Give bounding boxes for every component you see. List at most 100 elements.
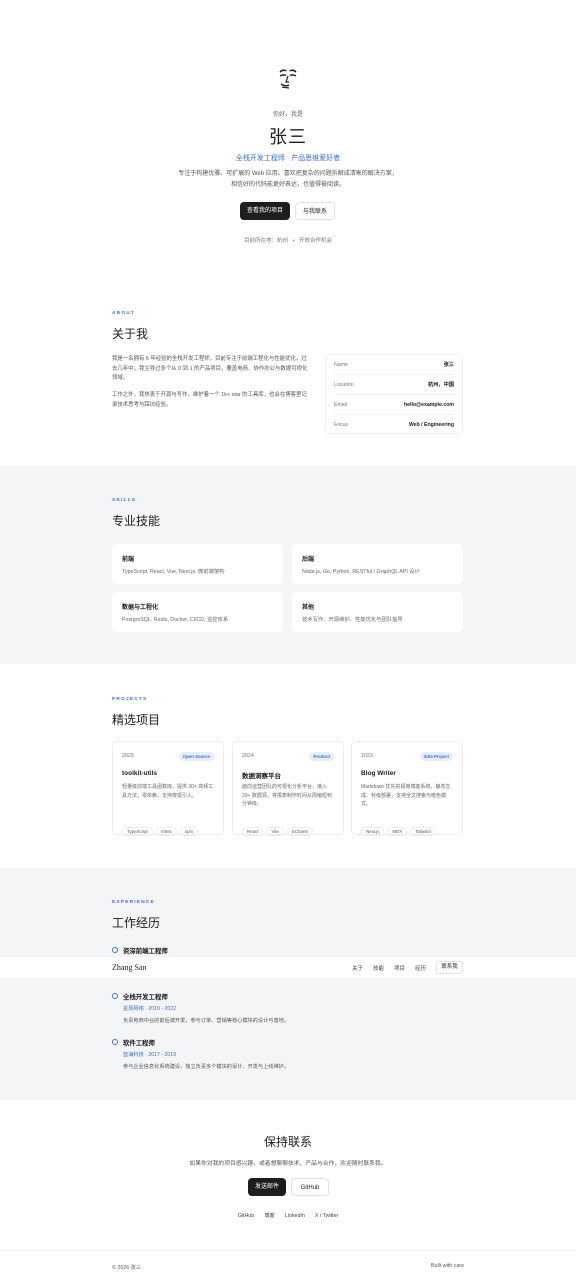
github-button[interactable]: GitHub <box>291 1178 329 1196</box>
experience-eyebrow: EXPERIENCE <box>112 900 155 905</box>
nav-link-projects[interactable]: 项目 <box>394 964 405 972</box>
tag: MDX <box>387 827 408 836</box>
skills-title: 专业技能 <box>112 514 161 528</box>
location-line: 目前所在地：杭州 • 开放合作机会 <box>0 236 576 244</box>
contact-section: 保持联系 如果你对我的项目感兴趣，或者想聊聊技术、产品与合作，欢迎随时联系我。 … <box>0 1100 576 1250</box>
skills-section: SKILLS 专业技能 前端 TypeScript, React, Vue, N… <box>0 466 576 664</box>
hero-tagline: 全栈开发工程师 · 产品思维爱好者 <box>235 155 341 162</box>
project-desc: 轻量级前端工具函数库，提供 30+ 高频工具方法，零依赖，支持按需引入。 <box>122 784 214 799</box>
link-linkedin[interactable]: LinkedIn <box>285 1213 305 1219</box>
contact-subtitle: 如果你对我的项目感兴趣，或者想聊聊技术、产品与合作，欢迎随时联系我。 <box>189 1161 387 1167</box>
face-illustration-icon <box>279 69 297 89</box>
hero-intro: 专注于构建优雅、可扩展的 Web 应用。喜欢把复杂的问题拆解成清晰的解决方案，相… <box>178 171 398 188</box>
nav-contact-button[interactable]: 联系我 <box>436 961 463 974</box>
info-key: Location <box>334 382 354 388</box>
about-section: ABOUT 关于我 我是一名拥有 6 年经验的全栈开发工程师，目前专注于前端工程… <box>0 290 576 466</box>
info-row-focus: Focus Web / Engineering <box>334 415 454 435</box>
project-desc: Markdown 优先的极简博客系统，静态生成、秒级部署，支持全文搜索与暗色模式… <box>361 784 451 807</box>
job-desc: 负责电商中台的前后端开发，参与订单、营销等核心模块的设计与落地。 <box>123 1018 290 1024</box>
info-value[interactable]: hello@example.com <box>404 395 454 415</box>
projects-section: PROJECTS 精选项目 2025 Open Source toolkit-u… <box>0 664 576 868</box>
info-value: 张三 <box>443 362 454 368</box>
project-title: 数据洞察平台 <box>242 773 281 780</box>
info-row-email: Email hello@example.com <box>334 395 454 415</box>
link-blog[interactable]: 博客 <box>264 1213 275 1219</box>
tag: ECharts <box>286 827 313 836</box>
footer-note: Built with care <box>431 1263 464 1269</box>
skill-card-backend: 后端 Node.js, Go, Python, RESTful / GraphQ… <box>292 544 463 584</box>
project-year: 2024 <box>242 753 254 759</box>
skill-title: 数据与工程化 <box>122 605 159 611</box>
tag: npm <box>179 827 199 836</box>
project-year: 2025 <box>122 753 134 759</box>
footer: © 2026 张三 Built with care <box>0 1250 576 1280</box>
job-desc: 参与企业信息化系统建设，独立负责多个模块的设计、开发与上线维护。 <box>123 1064 290 1070</box>
link-twitter[interactable]: X / Twitter <box>315 1213 338 1219</box>
info-row-name: Name 张三 <box>334 355 454 375</box>
project-card-insights[interactable]: 2024 Product 数据洞察平台 面向运营团队的可视化分析平台，接入 20… <box>232 741 344 838</box>
timeline-dot-icon <box>112 1039 118 1045</box>
social-links: GitHub 博客 LinkedIn X / Twitter <box>0 1211 576 1219</box>
nav-link-skills[interactable]: 技能 <box>373 964 384 972</box>
tag: Next.js <box>361 827 385 836</box>
avatar <box>268 58 308 98</box>
project-card-toolkit[interactable]: 2025 Open Source toolkit-utils 轻量级前端工具函数… <box>112 741 224 838</box>
timeline-dot-icon <box>112 993 118 999</box>
link-github[interactable]: GitHub <box>238 1213 255 1219</box>
info-key: Name <box>334 362 348 368</box>
project-title: toolkit-utils <box>122 770 158 777</box>
availability-label: 开放合作机会 <box>299 238 333 244</box>
location-label: 目前所在地：杭州 <box>243 238 288 244</box>
brand-logo[interactable]: Zhang San <box>112 963 146 972</box>
skill-desc: TypeScript, React, Vue, Next.js, 微前端架构 <box>122 569 225 575</box>
skills-eyebrow: SKILLS <box>112 498 137 503</box>
copyright: © 2026 张三 <box>112 1265 142 1271</box>
about-eyebrow: ABOUT <box>112 311 136 316</box>
skill-title: 其他 <box>302 605 315 611</box>
send-email-button[interactable]: 发送邮件 <box>248 1178 286 1196</box>
job-role: 全栈开发工程师 <box>123 994 168 1001</box>
skill-desc: Node.js, Go, Python, RESTful / GraphQL A… <box>302 569 420 575</box>
view-projects-button[interactable]: 查看我的项目 <box>240 202 290 220</box>
timeline-dot-icon <box>112 947 118 953</box>
info-value: 杭州，中国 <box>428 382 454 388</box>
project-badge: Open Source <box>178 752 214 761</box>
project-desc: 面向运营团队的可视化分析平台，接入 20+ 数据源，将报表制作时间从周缩短到分钟… <box>242 784 332 807</box>
skill-card-data: 数据与工程化 PostgreSQL, Redis, Docker, CI/CD,… <box>112 592 283 632</box>
projects-title: 精选项目 <box>112 713 161 727</box>
about-paragraph-1: 我是一名拥有 6 年经验的全栈开发工程师，目前专注于前端工程化与性能优化。过去几… <box>112 356 308 381</box>
skill-title: 前端 <box>122 557 135 563</box>
info-key: Email <box>334 402 347 408</box>
info-value: Web / Engineering <box>408 422 454 428</box>
project-title: Blog Writer <box>361 770 396 777</box>
contact-title: 保持联系 <box>263 1135 312 1149</box>
skill-desc: PostgreSQL, Redis, Docker, CI/CD, 监控体系 <box>122 617 229 623</box>
job-role: 软件工程师 <box>123 1040 155 1047</box>
tag: Vite <box>266 827 284 836</box>
experience-section: EXPERIENCE 工作经历 资深前端工程师 全栈开发工程师 星辰网络 · 2… <box>0 868 576 1100</box>
job-company: 蓝海科技 · 2017 - 2019 <box>123 1052 177 1058</box>
project-year: 2023 <box>361 753 373 759</box>
contact-me-button[interactable]: 与我联系 <box>295 202 335 220</box>
project-tags: TypeScript Vitest npm <box>122 820 201 838</box>
project-card-blog[interactable]: 2023 Side Project Blog Writer Markdown 优… <box>351 741 463 838</box>
info-key: Focus <box>334 422 349 428</box>
profile-info-card: Name 张三 Location 杭州，中国 Email hello@example.… <box>325 354 463 434</box>
tag: Vitest <box>155 827 177 836</box>
about-paragraph-2: 工作之外，我热衷于开源与写作，维护着一个 1k+ star 的工具库，也会在博客… <box>112 392 307 408</box>
job-company: 星辰网络 · 2019 - 2022 <box>123 1006 177 1012</box>
info-row-location: Location 杭州，中国 <box>334 375 454 395</box>
skill-card-frontend: 前端 TypeScript, React, Vue, Next.js, 微前端架… <box>112 544 283 584</box>
tag: Tailwind <box>410 827 436 836</box>
project-tags: React Vite ECharts <box>242 820 316 838</box>
nav-link-about[interactable]: 关于 <box>352 964 363 972</box>
project-tags: Next.js MDX Tailwind <box>361 820 439 838</box>
nav-link-experience[interactable]: 经历 <box>415 964 426 972</box>
projects-eyebrow: PROJECTS <box>112 697 148 702</box>
hero-section: 你好，我是 张三 全栈开发工程师 · 产品思维爱好者 专注于构建优雅、可扩展的 … <box>0 0 576 290</box>
tag: TypeScript <box>122 827 153 836</box>
job-role: 资深前端工程师 <box>123 948 168 955</box>
skill-title: 后端 <box>302 557 315 563</box>
skill-desc: 技术写作、开源维护、性能优化与团队指导 <box>302 617 403 623</box>
about-title: 关于我 <box>112 327 149 341</box>
